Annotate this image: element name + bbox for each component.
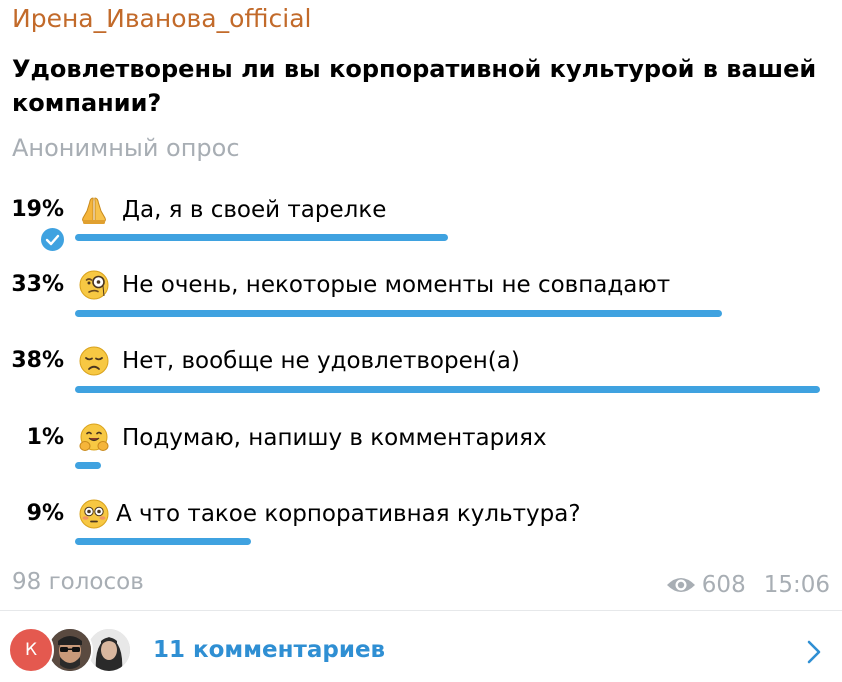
option-bar xyxy=(75,234,448,241)
hugging-face-icon xyxy=(79,423,109,451)
option-text: Да, я в своей тарелке xyxy=(122,197,387,223)
option-bar xyxy=(75,310,722,317)
chevron-right-icon xyxy=(807,640,821,664)
monocle-face-icon xyxy=(79,270,109,300)
comments-count: 11 комментариев xyxy=(153,637,386,663)
option-percent: 19% xyxy=(11,197,64,222)
eye-icon xyxy=(666,578,695,592)
poll-option[interactable]: 33% Не очень, некоторые моменты не совпа… xyxy=(0,269,842,329)
option-percent: 38% xyxy=(11,348,64,373)
option-text: Нет, вообще не удовлетворен(а) xyxy=(122,348,520,374)
option-bar xyxy=(75,538,251,545)
poll-option[interactable]: 19% Да, я в своей тарелке xyxy=(0,194,842,254)
option-bar xyxy=(75,386,820,393)
option-percent: 1% xyxy=(26,425,64,450)
man-avatar-icon xyxy=(49,629,91,671)
votes-count: 98 голосов xyxy=(12,569,144,595)
option-text: Подумаю, напишу в комментариях xyxy=(122,425,547,451)
poll-option[interactable]: 1% Подумаю, напишу в комментариях xyxy=(0,422,842,482)
poll-option[interactable]: 9% А что такое корпоративная культура? xyxy=(0,498,842,558)
option-percent: 33% xyxy=(11,272,64,297)
avatar: К xyxy=(8,627,54,673)
option-percent: 9% xyxy=(26,501,64,526)
views-count: 608 xyxy=(701,572,746,598)
poll-option[interactable]: 38% Нет, вообще не удовлетворен(а) xyxy=(0,345,842,405)
flushed-face-icon xyxy=(79,499,109,529)
chosen-check-icon xyxy=(40,227,65,252)
poll-type-label: Анонимный опрос xyxy=(12,134,240,162)
message-meta: 608 15:06 xyxy=(666,572,830,598)
option-text: Не очень, некоторые моменты не совпадают xyxy=(122,272,671,298)
poll-question: Удовлетворены ли вы корпоративной культу… xyxy=(12,55,817,117)
message-time: 15:06 xyxy=(763,572,830,598)
disappointed-face-icon xyxy=(79,346,109,376)
folded-hands-icon xyxy=(82,197,106,224)
option-bar xyxy=(75,462,101,469)
comments-button[interactable]: К 11 комментариев xyxy=(0,611,842,682)
channel-author[interactable]: Ирена_Иванова_official xyxy=(12,4,312,33)
woman-avatar-icon xyxy=(88,629,130,671)
option-text: А что такое корпоративная культура? xyxy=(116,501,581,527)
